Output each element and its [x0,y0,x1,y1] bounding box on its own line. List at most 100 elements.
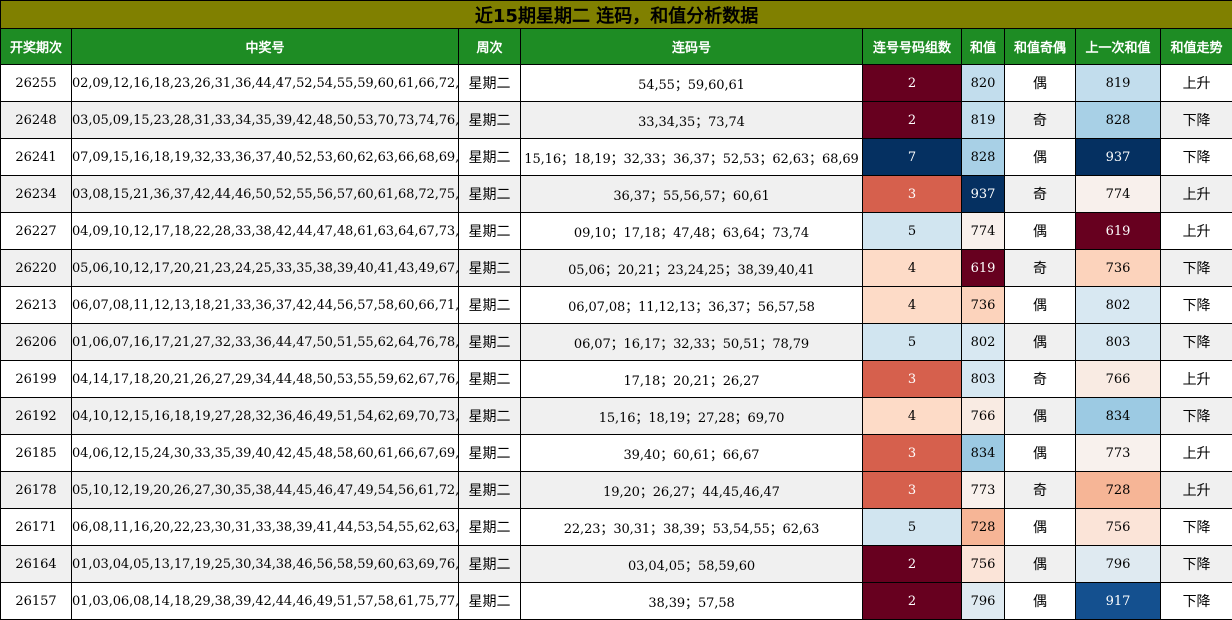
cell-prev-sum: 773 [1075,434,1161,472]
cell-groups: 7 [862,138,962,176]
cell-prev-sum: 796 [1075,545,1161,583]
header-weekday: 周次 [458,28,521,65]
cell-numbers: 03,05,09,15,23,28,31,33,34,35,39,42,48,5… [71,101,459,139]
cell-groups: 2 [862,101,962,139]
cell-numbers: 01,03,06,08,14,18,29,38,39,42,44,46,49,5… [71,582,459,620]
cell-weekday: 星期二 [458,508,521,546]
cell-prev-sum: 819 [1075,64,1161,102]
cell-issue: 26213 [0,286,72,324]
cell-consecutive: 39,40；60,61；66,67 [520,434,863,472]
cell-trend: 上升 [1159,360,1232,398]
cell-consecutive: 38,39；57,58 [520,582,863,620]
header-parity: 和值奇偶 [1004,28,1076,65]
cell-numbers: 01,03,04,05,13,17,19,25,30,34,38,46,56,5… [71,545,459,583]
cell-sum: 728 [961,508,1005,546]
cell-parity: 偶 [1004,508,1076,546]
cell-prev-sum: 917 [1075,582,1161,620]
cell-weekday: 星期二 [458,360,521,398]
header-prev-sum: 上一次和值 [1075,28,1161,65]
cell-weekday: 星期二 [458,138,521,176]
cell-parity: 偶 [1004,582,1076,620]
table-row: 26157 01,03,06,08,14,18,29,38,39,42,44,46… [0,582,1232,620]
cell-issue: 26255 [0,64,72,102]
cell-trend: 下降 [1159,323,1232,361]
cell-groups: 2 [862,582,962,620]
cell-trend: 下降 [1159,286,1232,324]
cell-consecutive: 06,07,08；11,12,13；36,37；56,57,58 [520,286,863,324]
table-row: 26241 07,09,15,16,18,19,32,33,36,37,40,52… [0,138,1232,176]
cell-parity: 奇 [1004,360,1076,398]
table-row: 26206 01,06,07,16,17,21,27,32,33,36,44,47… [0,323,1232,361]
cell-issue: 26234 [0,175,72,213]
cell-groups: 4 [862,397,962,435]
cell-prev-sum: 619 [1075,212,1161,250]
table-row: 26213 06,07,08,11,12,13,18,21,33,36,37,42… [0,286,1232,324]
cell-numbers: 01,06,07,16,17,21,27,32,33,36,44,47,50,5… [71,323,459,361]
table-row: 26185 04,06,12,15,24,30,33,35,39,40,42,45… [0,434,1232,472]
cell-consecutive: 22,23；30,31；38,39；53,54,55；62,63 [520,508,863,546]
cell-sum: 802 [961,323,1005,361]
cell-weekday: 星期二 [458,545,521,583]
cell-consecutive: 05,06；20,21；23,24,25；38,39,40,41 [520,249,863,287]
cell-issue: 26199 [0,360,72,398]
cell-prev-sum: 756 [1075,508,1161,546]
cell-consecutive: 36,37；55,56,57；60,61 [520,175,863,213]
cell-weekday: 星期二 [458,175,521,213]
analysis-table: 近15期星期二 连码，和值分析数据 开奖期次 中奖号 周次 连码号 连号号码组数… [0,0,1232,620]
cell-numbers: 06,08,11,16,20,22,23,30,31,33,38,39,41,4… [71,508,459,546]
cell-weekday: 星期二 [458,64,521,102]
cell-parity: 奇 [1004,249,1076,287]
cell-sum: 756 [961,545,1005,583]
cell-sum: 828 [961,138,1005,176]
cell-issue: 26185 [0,434,72,472]
table-body: 26255 02,09,12,16,18,23,26,31,36,44,47,52… [0,64,1232,620]
cell-issue: 26241 [0,138,72,176]
cell-weekday: 星期二 [458,212,521,250]
cell-weekday: 星期二 [458,434,521,472]
cell-weekday: 星期二 [458,397,521,435]
cell-groups: 4 [862,286,962,324]
cell-sum: 736 [961,286,1005,324]
cell-weekday: 星期二 [458,323,521,361]
cell-numbers: 07,09,15,16,18,19,32,33,36,37,40,52,53,6… [71,138,459,176]
cell-sum: 796 [961,582,1005,620]
cell-issue: 26164 [0,545,72,583]
table-row: 26164 01,03,04,05,13,17,19,25,30,34,38,46… [0,545,1232,583]
table-row: 26234 03,08,15,21,36,37,42,44,46,50,52,55… [0,175,1232,213]
cell-parity: 偶 [1004,434,1076,472]
cell-prev-sum: 834 [1075,397,1161,435]
cell-groups: 2 [862,64,962,102]
cell-groups: 5 [862,323,962,361]
cell-trend: 下降 [1159,138,1232,176]
cell-trend: 上升 [1159,212,1232,250]
cell-sum: 774 [961,212,1005,250]
cell-groups: 5 [862,212,962,250]
cell-parity: 偶 [1004,397,1076,435]
cell-groups: 5 [862,508,962,546]
cell-consecutive: 17,18；20,21；26,27 [520,360,863,398]
cell-numbers: 05,10,12,19,20,26,27,30,35,38,44,45,46,4… [71,471,459,509]
cell-issue: 26157 [0,582,72,620]
cell-numbers: 05,06,10,12,17,20,21,23,24,25,33,35,38,3… [71,249,459,287]
cell-weekday: 星期二 [458,582,521,620]
cell-trend: 下降 [1159,101,1232,139]
cell-issue: 26220 [0,249,72,287]
cell-prev-sum: 937 [1075,138,1161,176]
cell-parity: 偶 [1004,545,1076,583]
cell-trend: 下降 [1159,545,1232,583]
cell-parity: 偶 [1004,138,1076,176]
cell-numbers: 04,06,12,15,24,30,33,35,39,40,42,45,48,5… [71,434,459,472]
cell-consecutive: 19,20；26,27；44,45,46,47 [520,471,863,509]
cell-trend: 下降 [1159,582,1232,620]
cell-numbers: 02,09,12,16,18,23,26,31,36,44,47,52,54,5… [71,64,459,102]
cell-sum: 773 [961,471,1005,509]
cell-sum: 766 [961,397,1005,435]
header-trend: 和值走势 [1159,28,1232,65]
cell-weekday: 星期二 [458,101,521,139]
cell-issue: 26192 [0,397,72,435]
cell-parity: 奇 [1004,101,1076,139]
cell-issue: 26206 [0,323,72,361]
cell-numbers: 04,10,12,15,16,18,19,27,28,32,36,46,49,5… [71,397,459,435]
table-row: 26255 02,09,12,16,18,23,26,31,36,44,47,52… [0,64,1232,102]
cell-parity: 偶 [1004,212,1076,250]
